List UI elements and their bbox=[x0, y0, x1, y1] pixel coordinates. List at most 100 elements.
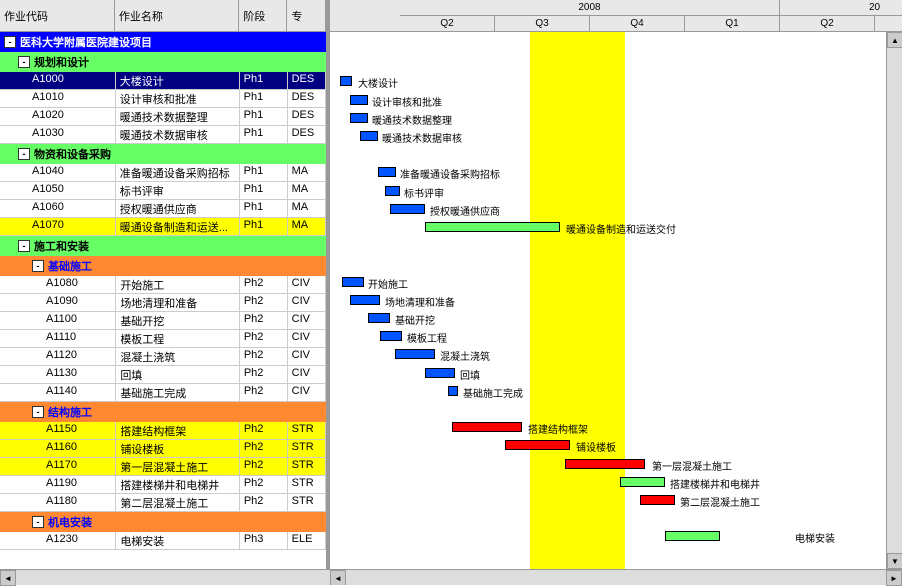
scroll-down-icon[interactable]: ▼ bbox=[887, 553, 902, 569]
task-spec: DES bbox=[288, 108, 326, 125]
collapse-toggle[interactable]: - bbox=[4, 36, 16, 48]
gantt-bar[interactable] bbox=[448, 386, 458, 396]
task-table-panel: 作业代码 作业名称 阶段 专 -医科大学附属医院建设项目-规划和设计A1000大… bbox=[0, 0, 330, 585]
collapse-toggle[interactable]: - bbox=[18, 148, 30, 160]
gantt-body[interactable]: 大楼设计设计审核和批准暖通技术数据整理暖通技术数据审核准备暖通设备采购招标标书评… bbox=[330, 32, 902, 585]
gantt-bar[interactable] bbox=[380, 331, 402, 341]
gantt-bar[interactable] bbox=[565, 459, 645, 469]
gantt-bar[interactable] bbox=[640, 495, 675, 505]
gantt-bar[interactable] bbox=[505, 440, 570, 450]
group-row[interactable]: -机电安装 bbox=[0, 512, 326, 532]
timeline-year: 20 bbox=[780, 0, 902, 16]
task-row[interactable]: A1150搭建结构框架Ph2STR bbox=[0, 422, 326, 440]
left-scrollbar-h[interactable]: ◄ ► bbox=[0, 569, 330, 585]
timeline-year: 2008 bbox=[400, 0, 780, 16]
task-name: 基础施工完成 bbox=[116, 384, 240, 401]
task-row[interactable]: A1040准备暖通设备采购招标Ph1MA bbox=[0, 164, 326, 182]
gantt-bar[interactable] bbox=[340, 76, 352, 86]
task-code: A1000 bbox=[0, 72, 116, 89]
task-spec: MA bbox=[288, 218, 326, 235]
task-phase: Ph1 bbox=[240, 218, 288, 235]
gantt-bar-label: 铺设楼板 bbox=[576, 439, 616, 454]
group-label: 医科大学附属医院建设项目 bbox=[20, 34, 152, 50]
task-row[interactable]: A1100基础开挖Ph2CIV bbox=[0, 312, 326, 330]
group-row[interactable]: -基础施工 bbox=[0, 256, 326, 276]
timeline-quarter: Q1 bbox=[685, 16, 780, 32]
gantt-bar[interactable] bbox=[350, 95, 368, 105]
gantt-bar[interactable] bbox=[425, 222, 560, 232]
collapse-toggle[interactable]: - bbox=[32, 516, 44, 528]
group-row[interactable]: -结构施工 bbox=[0, 402, 326, 422]
task-row[interactable]: A1160铺设楼板Ph2STR bbox=[0, 440, 326, 458]
group-label: 规划和设计 bbox=[34, 54, 89, 70]
header-name[interactable]: 作业名称 bbox=[115, 0, 239, 31]
task-spec: MA bbox=[288, 182, 326, 199]
task-row[interactable]: A1050标书评审Ph1MA bbox=[0, 182, 326, 200]
header-spec[interactable]: 专 bbox=[287, 0, 326, 31]
scroll-left-icon[interactable]: ◄ bbox=[330, 570, 346, 585]
scroll-up-icon[interactable]: ▲ bbox=[887, 32, 902, 48]
task-code: A1040 bbox=[0, 164, 116, 181]
scroll-left-icon[interactable]: ◄ bbox=[0, 570, 16, 585]
gantt-bar-label: 电梯安装 bbox=[795, 530, 835, 545]
task-spec: CIV bbox=[288, 294, 326, 311]
header-phase[interactable]: 阶段 bbox=[239, 0, 287, 31]
group-row[interactable]: -物资和设备采购 bbox=[0, 144, 326, 164]
task-name: 暖通技术数据审核 bbox=[116, 126, 240, 143]
task-code: A1080 bbox=[0, 276, 116, 293]
task-row[interactable]: A1030暖通技术数据审核Ph1DES bbox=[0, 126, 326, 144]
group-row[interactable]: -规划和设计 bbox=[0, 52, 326, 72]
task-row[interactable]: A1080开始施工Ph2CIV bbox=[0, 276, 326, 294]
gantt-bar-label: 基础开挖 bbox=[395, 312, 435, 327]
task-code: A1010 bbox=[0, 90, 116, 107]
collapse-toggle[interactable]: - bbox=[32, 260, 44, 272]
group-row[interactable]: -施工和安装 bbox=[0, 236, 326, 256]
gantt-bar[interactable] bbox=[425, 368, 455, 378]
task-code: A1070 bbox=[0, 218, 116, 235]
task-spec: DES bbox=[288, 126, 326, 143]
gantt-bar[interactable] bbox=[368, 313, 390, 323]
task-row[interactable]: A1190搭建楼梯井和电梯井Ph2STR bbox=[0, 476, 326, 494]
gantt-bar[interactable] bbox=[395, 349, 435, 359]
collapse-toggle[interactable]: - bbox=[18, 56, 30, 68]
gantt-bar[interactable] bbox=[378, 167, 396, 177]
gantt-bar[interactable] bbox=[665, 531, 720, 541]
task-row[interactable]: A1120混凝土浇筑Ph2CIV bbox=[0, 348, 326, 366]
gantt-bar-label: 准备暖通设备采购招标 bbox=[400, 166, 500, 181]
task-name: 开始施工 bbox=[116, 276, 240, 293]
task-row[interactable]: A1230电梯安装Ph3ELE bbox=[0, 532, 326, 550]
gantt-bar[interactable] bbox=[342, 277, 364, 287]
task-phase: Ph3 bbox=[240, 532, 288, 549]
task-row[interactable]: A1090场地清理和准备Ph2CIV bbox=[0, 294, 326, 312]
header-code[interactable]: 作业代码 bbox=[0, 0, 115, 31]
task-row[interactable]: A1020暖通技术数据整理Ph1DES bbox=[0, 108, 326, 126]
scroll-right-icon[interactable]: ► bbox=[886, 570, 902, 585]
gantt-bar[interactable] bbox=[350, 295, 380, 305]
collapse-toggle[interactable]: - bbox=[32, 406, 44, 418]
gantt-bar[interactable] bbox=[452, 422, 522, 432]
gantt-bar[interactable] bbox=[360, 131, 378, 141]
task-row[interactable]: A1070暖通设备制造和运送...Ph1MA bbox=[0, 218, 326, 236]
gantt-bar-label: 开始施工 bbox=[368, 276, 408, 291]
right-scrollbar-v[interactable]: ▲ ▼ bbox=[886, 32, 902, 569]
task-row[interactable]: A1130回填Ph2CIV bbox=[0, 366, 326, 384]
gantt-bar[interactable] bbox=[620, 477, 665, 487]
right-scrollbar-h[interactable]: ◄ ► bbox=[330, 569, 902, 585]
task-row[interactable]: A1000大楼设计Ph1DES bbox=[0, 72, 326, 90]
task-row[interactable]: A1110模板工程Ph2CIV bbox=[0, 330, 326, 348]
group-label: 物资和设备采购 bbox=[34, 146, 111, 162]
task-row[interactable]: A1140基础施工完成Ph2CIV bbox=[0, 384, 326, 402]
task-row[interactable]: A1060授权暖通供应商Ph1MA bbox=[0, 200, 326, 218]
task-row[interactable]: A1180第二层混凝土施工Ph2STR bbox=[0, 494, 326, 512]
task-phase: Ph2 bbox=[240, 348, 288, 365]
gantt-bar[interactable] bbox=[385, 186, 400, 196]
task-row[interactable]: A1010设计审核和批准Ph1DES bbox=[0, 90, 326, 108]
gantt-bar[interactable] bbox=[350, 113, 368, 123]
collapse-toggle[interactable]: - bbox=[18, 240, 30, 252]
task-row[interactable]: A1170第一层混凝土施工Ph2STR bbox=[0, 458, 326, 476]
task-name: 第二层混凝土施工 bbox=[116, 494, 240, 511]
task-phase: Ph2 bbox=[240, 384, 288, 401]
group-row[interactable]: -医科大学附属医院建设项目 bbox=[0, 32, 326, 52]
gantt-bar[interactable] bbox=[390, 204, 425, 214]
task-name: 暖通技术数据整理 bbox=[116, 108, 240, 125]
